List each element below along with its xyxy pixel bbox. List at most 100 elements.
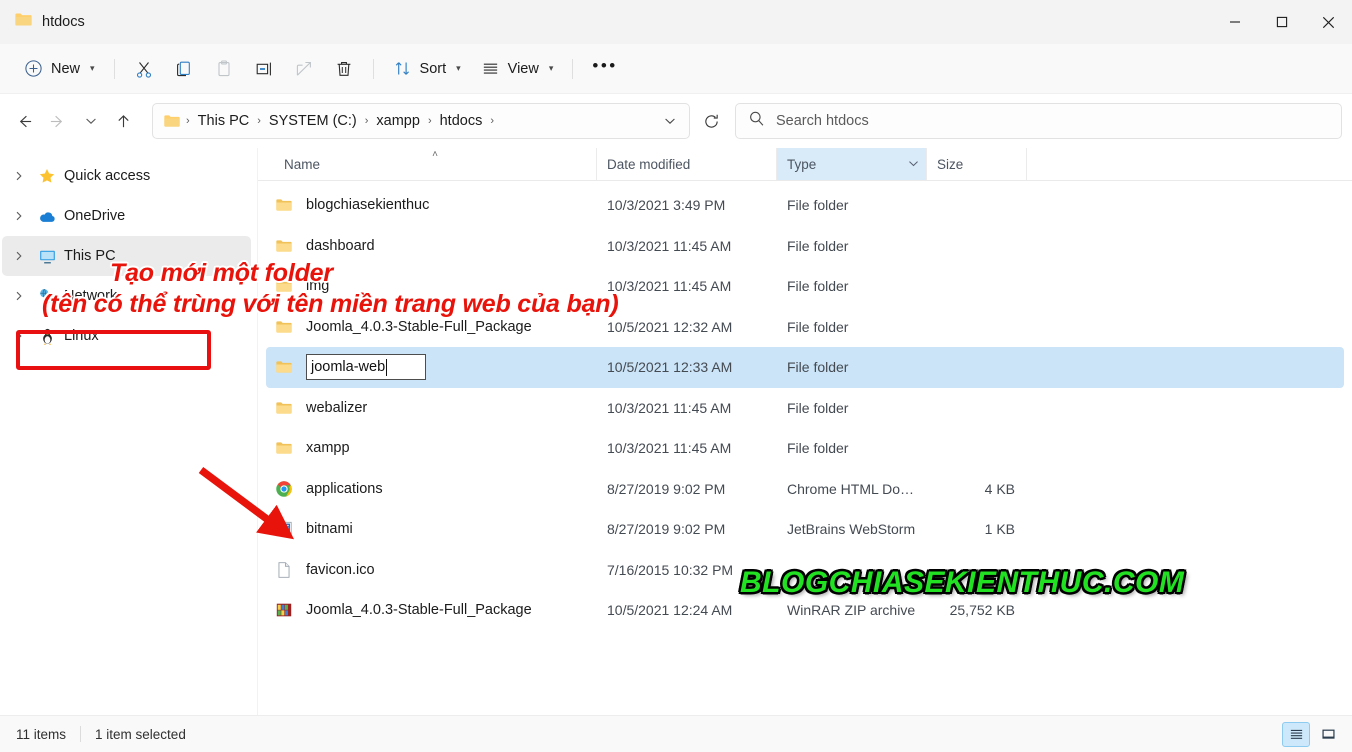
folder-icon xyxy=(274,196,294,214)
breadcrumb-item-htdocs[interactable]: htdocs xyxy=(435,110,488,132)
chevron-right-icon[interactable] xyxy=(8,245,30,267)
details-view-button[interactable] xyxy=(1282,721,1310,747)
file-name: blogchiasekienthuc xyxy=(306,197,430,214)
chevron-right-icon[interactable] xyxy=(8,325,30,347)
sidebar-item-onedrive[interactable]: OneDrive xyxy=(2,196,251,236)
folder-icon xyxy=(274,439,294,457)
column-header-label: Type xyxy=(787,156,817,172)
table-row[interactable]: dashboard 10/3/2021 11:45 AM File folder xyxy=(266,226,1344,267)
maximize-button[interactable] xyxy=(1258,0,1305,44)
file-date: 10/3/2021 11:45 AM xyxy=(607,237,732,254)
large-icons-view-button[interactable] xyxy=(1314,722,1342,747)
rename-input[interactable]: joomla-web xyxy=(306,354,426,381)
column-header-label: Size xyxy=(937,156,964,172)
file-name-cell: Joomla_4.0.3-Stable-Full_Package xyxy=(274,318,597,336)
table-row[interactable]: applications 8/27/2019 9:02 PM Chrome HT… xyxy=(266,469,1344,510)
forward-button[interactable] xyxy=(41,105,74,138)
chevron-right-icon[interactable] xyxy=(8,205,30,227)
folder-icon xyxy=(274,318,294,336)
chevron-right-icon[interactable] xyxy=(8,285,30,307)
table-row-selected[interactable]: joomla-web 10/5/2021 12:33 AM File folde… xyxy=(266,347,1344,388)
table-row[interactable]: bitnami 8/27/2019 9:02 PM JetBrains WebS… xyxy=(266,509,1344,550)
column-headers: ˄ Name Date modified Type Size xyxy=(258,148,1352,181)
chevron-right-icon[interactable] xyxy=(8,165,30,187)
address-dropdown-button[interactable] xyxy=(657,107,683,135)
sidebar-item-this-pc[interactable]: This PC xyxy=(2,236,251,276)
file-date: 10/3/2021 11:45 AM xyxy=(607,278,732,295)
file-name-cell: blogchiasekienthuc xyxy=(274,196,597,214)
file-date: 8/27/2019 9:02 PM xyxy=(607,480,726,497)
file-name-cell: applications xyxy=(274,480,597,498)
minimize-button[interactable] xyxy=(1211,0,1258,44)
sort-label: Sort xyxy=(419,60,447,77)
view-button[interactable]: View ▾ xyxy=(471,52,564,86)
trash-icon xyxy=(334,59,354,79)
file-type: File folder xyxy=(787,197,849,214)
chevron-down-icon[interactable] xyxy=(908,158,919,171)
breadcrumb-item-this-pc[interactable]: This PC xyxy=(193,110,255,132)
command-bar: New ▾ Sort ▾ View ▾ ••• xyxy=(0,44,1352,94)
folder-icon xyxy=(274,358,294,376)
column-header-size[interactable]: Size xyxy=(927,148,1027,180)
file-type: File folder xyxy=(787,359,849,376)
folder-icon xyxy=(274,277,294,295)
table-row[interactable]: blogchiasekienthuc 10/3/2021 3:49 PM Fil… xyxy=(266,185,1344,226)
column-header-label: Date modified xyxy=(607,156,691,172)
sidebar-item-quick-access[interactable]: Quick access xyxy=(2,156,251,196)
delete-button[interactable] xyxy=(324,52,364,86)
file-name: webalizer xyxy=(306,399,368,416)
chevron-down-icon: ▾ xyxy=(548,63,554,73)
more-options-button[interactable]: ••• xyxy=(582,52,627,86)
sort-button[interactable]: Sort ▾ xyxy=(383,52,471,86)
file-date: 10/3/2021 11:45 AM xyxy=(607,399,732,416)
sidebar-item-linux[interactable]: Linux xyxy=(2,316,251,356)
refresh-button[interactable] xyxy=(696,106,726,136)
breadcrumb-bar[interactable]: › This PC › SYSTEM (C:) › xampp › htdocs… xyxy=(152,103,690,139)
rename-button[interactable] xyxy=(244,52,284,86)
share-button[interactable] xyxy=(284,52,324,86)
up-button[interactable] xyxy=(107,105,140,138)
search-input[interactable]: Search htdocs xyxy=(776,113,869,129)
table-row[interactable]: Joomla_4.0.3-Stable-Full_Package 10/5/20… xyxy=(266,590,1344,631)
search-box[interactable]: Search htdocs xyxy=(735,103,1342,139)
breadcrumb-item-xampp[interactable]: xampp xyxy=(371,110,425,132)
file-date: 10/5/2021 12:33 AM xyxy=(607,359,733,376)
file-name-cell: webalizer xyxy=(274,399,597,417)
sort-ascending-icon: ˄ xyxy=(432,149,438,160)
toolbar-divider-2 xyxy=(372,58,374,79)
file-name: bitnami xyxy=(306,521,353,538)
rename-icon xyxy=(254,59,274,79)
paste-button[interactable] xyxy=(204,52,244,86)
table-row[interactable]: favicon.ico 7/16/2015 10:32 PM xyxy=(266,550,1344,591)
table-row[interactable]: Joomla_4.0.3-Stable-Full_Package 10/5/20… xyxy=(266,307,1344,348)
file-type: Chrome HTML Do… xyxy=(787,480,915,497)
folder-icon xyxy=(14,10,33,34)
copy-button[interactable] xyxy=(164,52,204,86)
new-button[interactable]: New ▾ xyxy=(14,52,105,86)
column-header-name[interactable]: ˄ Name xyxy=(274,148,597,180)
file-date: 8/27/2019 9:02 PM xyxy=(607,521,726,538)
table-row[interactable]: webalizer 10/3/2021 11:45 AM File folder xyxy=(266,388,1344,429)
column-header-label: Name xyxy=(284,156,321,172)
file-date: 10/5/2021 12:32 AM xyxy=(607,318,733,335)
text-caret xyxy=(386,358,388,376)
file-name-cell: favicon.ico xyxy=(274,561,597,579)
table-row[interactable]: xampp 10/3/2021 11:45 AM File folder xyxy=(266,428,1344,469)
cut-button[interactable] xyxy=(124,52,164,86)
table-row[interactable]: img 10/3/2021 11:45 AM File folder xyxy=(266,266,1344,307)
column-header-type[interactable]: Type xyxy=(777,148,927,180)
column-header-date-modified[interactable]: Date modified xyxy=(597,148,777,180)
file-list-pane: ˄ Name Date modified Type Size blogchias… xyxy=(258,148,1352,715)
sidebar-item-label: This PC xyxy=(64,248,116,264)
selection-status: 1 item selected xyxy=(95,726,186,742)
breadcrumb-separator: › xyxy=(257,115,261,127)
breadcrumb: › This PC › SYSTEM (C:) › xampp › htdocs… xyxy=(163,110,657,132)
back-button[interactable] xyxy=(8,105,41,138)
sidebar-item-network[interactable]: Network xyxy=(2,276,251,316)
recent-locations-button[interactable] xyxy=(74,105,107,138)
file-name-cell: dashboard xyxy=(274,237,597,255)
file-name-cell: img xyxy=(274,277,597,295)
penguin-icon xyxy=(34,327,60,346)
breadcrumb-item-system-c[interactable]: SYSTEM (C:) xyxy=(264,110,362,132)
close-button[interactable] xyxy=(1305,0,1352,44)
